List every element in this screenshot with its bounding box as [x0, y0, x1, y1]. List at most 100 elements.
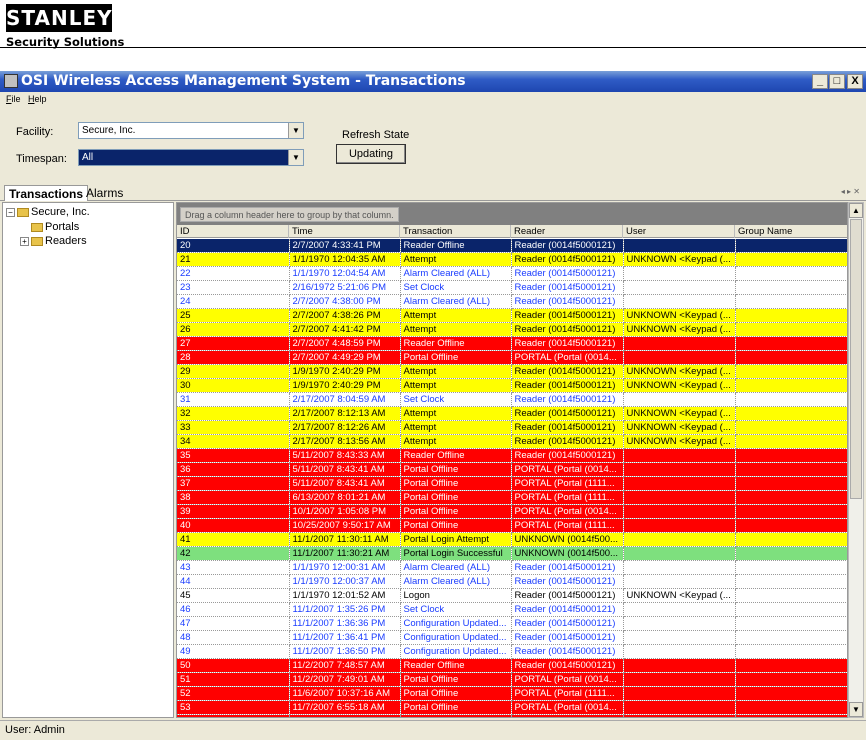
scroll-down-icon[interactable]: ▼: [849, 702, 863, 717]
tab-transactions[interactable]: Transactions: [4, 185, 89, 201]
table-row[interactable]: 30 1/9/1970 2:40:29 PM Attempt Reader (0014…: [177, 378, 847, 393]
table-cell: Set Clock: [400, 392, 512, 407]
table-row[interactable]: 25 2/7/2007 4:38:26 PM Attempt Reader (0014…: [177, 308, 847, 323]
tab-nav-controls[interactable]: ◂ ▸ ✕: [841, 187, 860, 196]
table-cell: 10/1/2007 1:05:08 PM: [289, 504, 401, 519]
table-row[interactable]: 37 5/11/2007 8:43:41 AM Portal Offline PORT…: [177, 476, 847, 491]
maximize-button[interactable]: □: [829, 74, 845, 89]
table-cell: 47: [177, 616, 290, 631]
table-row[interactable]: 22 1/1/1970 12:04:54 AM Alarm Cleared (ALL…: [177, 266, 847, 281]
table-cell: [735, 434, 847, 449]
table-cell: [623, 350, 736, 365]
table-cell: Portal Offline: [400, 462, 512, 477]
facility-select[interactable]: Secure, Inc. ▼: [78, 122, 304, 139]
table-cell: 37: [177, 476, 290, 491]
table-cell: Attempt: [400, 252, 512, 267]
table-row[interactable]: 44 1/1/1970 12:00:37 AM Alarm Cleared (ALL…: [177, 574, 847, 589]
col-reader[interactable]: Reader: [511, 225, 623, 238]
table-cell: [623, 546, 736, 561]
table-row[interactable]: 39 10/1/2007 1:05:08 PM Portal Offline PORT…: [177, 504, 847, 519]
table-cell: [623, 239, 736, 253]
table-cell: Reader (0014f5000121): [511, 420, 624, 435]
table-row[interactable]: 29 1/9/1970 2:40:29 PM Attempt Reader (0014…: [177, 364, 847, 379]
table-row[interactable]: 52 11/6/2007 10:37:16 AM Portal Offline POR…: [177, 686, 847, 701]
table-row[interactable]: 32 2/17/2007 8:12:13 AM Attempt Reader (001…: [177, 406, 847, 421]
table-cell: [735, 294, 847, 309]
col-transaction[interactable]: Transaction: [400, 225, 511, 238]
table-row[interactable]: 20 2/7/2007 4:33:41 PM Reader Offline Reade…: [177, 239, 847, 253]
table-row[interactable]: 51 11/2/2007 7:49:01 AM Portal Offline PORT…: [177, 672, 847, 687]
table-cell: Reader (0014f5000121): [511, 308, 624, 323]
table-cell: Configuration Updated...: [400, 616, 512, 631]
table-cell: 35: [177, 448, 290, 463]
grid-scrollbar[interactable]: ▲ ▼: [848, 202, 864, 718]
table-row[interactable]: 5411/8/2007 6:44:54 AMPortal OfflinePORT…: [177, 714, 847, 717]
table-row[interactable]: 38 6/13/2007 8:01:21 AM Portal Offline PORT…: [177, 490, 847, 505]
facility-tree: − Secure, Inc. Portals + Readers: [2, 202, 174, 718]
table-row[interactable]: 40 10/25/2007 9:50:17 AM Portal Offline POR…: [177, 518, 847, 533]
chevron-down-icon[interactable]: ▼: [288, 150, 303, 165]
table-row[interactable]: 43 1/1/1970 12:00:31 AM Alarm Cleared (ALL…: [177, 560, 847, 575]
table-cell: [735, 239, 847, 253]
table-cell: 11/1/2007 1:35:26 PM: [289, 602, 401, 617]
table-cell: 5/11/2007 8:43:33 AM: [289, 448, 401, 463]
table-row[interactable]: 48 11/1/2007 1:36:41 PM Configuration Upda…: [177, 630, 847, 645]
table-cell: Reader (0014f5000121): [511, 336, 624, 351]
menu-help[interactable]: Help: [28, 94, 47, 104]
collapse-icon[interactable]: −: [6, 207, 15, 217]
table-cell: [735, 686, 847, 701]
chevron-down-icon[interactable]: ▼: [288, 123, 303, 138]
table-row[interactable]: 42 11/1/2007 11:30:21 AM Portal Login Succ…: [177, 546, 847, 561]
col-id[interactable]: ID: [177, 225, 289, 238]
table-row[interactable]: 36 5/11/2007 8:43:41 AM Portal Offline PORT…: [177, 462, 847, 477]
table-cell: UNKNOWN (0014f500...: [511, 532, 624, 547]
tree-node-readers[interactable]: + Readers: [20, 235, 87, 248]
table-row[interactable]: 49 11/1/2007 1:36:50 PM Configuration Upda…: [177, 644, 847, 659]
tree-node-portals[interactable]: Portals: [31, 221, 79, 234]
table-cell: Configuration Updated...: [400, 644, 512, 659]
table-row[interactable]: 31 2/17/2007 8:04:59 AM Set Clock Reader (0…: [177, 392, 847, 407]
tree-node-root[interactable]: − Secure, Inc.: [6, 206, 90, 219]
table-cell: 46: [177, 602, 290, 617]
table-cell: Reader (0014f5000121): [511, 322, 624, 337]
table-row[interactable]: 46 11/1/2007 1:35:26 PM Set Clock Reader (0…: [177, 602, 847, 617]
minimize-button[interactable]: _: [812, 74, 828, 89]
table-cell: [623, 476, 736, 491]
expand-icon[interactable]: +: [20, 236, 29, 246]
table-row[interactable]: 27 2/7/2007 4:48:59 PM Reader Offline Reade…: [177, 336, 847, 351]
table-row[interactable]: 45 1/1/1970 12:01:52 AM Logon Reader (0014f…: [177, 588, 847, 603]
tab-alarms[interactable]: Alarms: [82, 185, 127, 201]
table-cell: 5/11/2007 8:43:41 AM: [289, 462, 401, 477]
group-by-area[interactable]: Drag a column header here to group by th…: [177, 203, 847, 225]
col-time[interactable]: Time: [289, 225, 400, 238]
title-bar[interactable]: OSI Wireless Access Management System - …: [0, 71, 866, 92]
table-row[interactable]: 26 2/7/2007 4:41:42 PM Attempt Reader (0014…: [177, 322, 847, 337]
scroll-thumb[interactable]: [850, 219, 862, 499]
table-cell: Portal Offline: [400, 350, 512, 365]
table-row[interactable]: 23 2/16/1972 5:21:06 PM Set Clock Reader (0…: [177, 280, 847, 295]
col-user[interactable]: User: [623, 225, 735, 238]
table-row[interactable]: 24 2/7/2007 4:38:00 PM Alarm Cleared (ALL)…: [177, 294, 847, 309]
timespan-select[interactable]: All ▼: [78, 149, 304, 166]
table-cell: [735, 560, 847, 575]
table-cell: 5/11/2007 8:43:41 AM: [289, 476, 401, 491]
table-row[interactable]: 34 2/17/2007 8:13:56 AM Attempt Reader (001…: [177, 434, 847, 449]
table-row[interactable]: 21 1/1/1970 12:04:35 AM Attempt Reader (001…: [177, 252, 847, 267]
refresh-state-button[interactable]: Updating: [336, 144, 406, 164]
table-row[interactable]: 28 2/7/2007 4:49:29 PM Portal Offline PORTA…: [177, 350, 847, 365]
col-group-name[interactable]: Group Name: [735, 225, 847, 238]
table-cell: [735, 336, 847, 351]
close-button[interactable]: X: [847, 74, 863, 89]
table-row[interactable]: 53 11/7/2007 6:55:18 AM Portal Offline PORT…: [177, 700, 847, 715]
table-row[interactable]: 50 11/2/2007 7:48:57 AM Reader Offline Read…: [177, 658, 847, 673]
table-row[interactable]: 47 11/1/2007 1:36:36 PM Configuration Upda…: [177, 616, 847, 631]
table-row[interactable]: 35 5/11/2007 8:43:33 AM Reader Offline Read…: [177, 448, 847, 463]
table-row[interactable]: 41 11/1/2007 11:30:11 AM Portal Login Atte…: [177, 532, 847, 547]
menu-file[interactable]: File: [6, 94, 21, 104]
table-cell: 2/17/2007 8:12:26 AM: [289, 420, 401, 435]
table-cell: 11/2/2007 7:48:57 AM: [289, 658, 401, 673]
table-cell: [735, 322, 847, 337]
scroll-up-icon[interactable]: ▲: [849, 203, 863, 218]
table-cell: Attempt: [400, 322, 512, 337]
table-row[interactable]: 33 2/17/2007 8:12:26 AM Attempt Reader (001…: [177, 420, 847, 435]
